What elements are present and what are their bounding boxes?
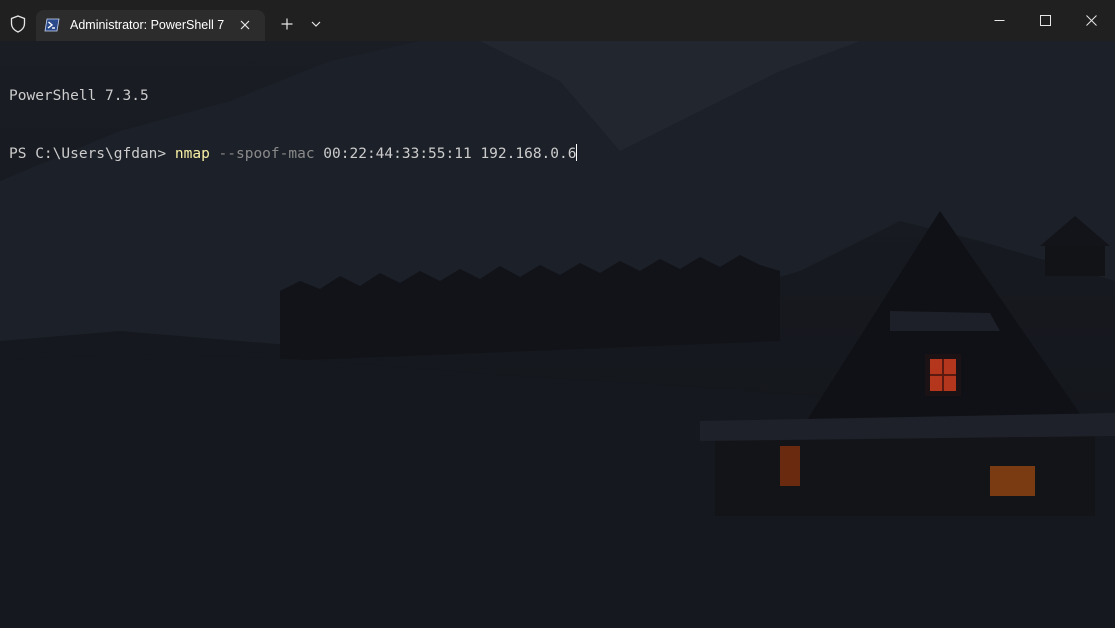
command-name: nmap: [174, 146, 210, 162]
chevron-down-icon: [311, 21, 321, 27]
close-window-button[interactable]: [1068, 0, 1114, 41]
command-line[interactable]: PS C:\Users\gfdan> nmap --spoof-mac 00:2…: [9, 144, 578, 163]
admin-shield-button[interactable]: [4, 10, 32, 38]
tab-dropdown-button[interactable]: [304, 10, 328, 38]
text-cursor: [576, 144, 578, 161]
shield-icon: [10, 15, 26, 33]
terminal-window: Administrator: PowerShell 7 PowerShell 7…: [0, 0, 1115, 628]
plus-icon: [281, 18, 293, 30]
mac-address-argument: 00:22:44:33:55:11: [323, 146, 472, 162]
maximize-button[interactable]: [1022, 0, 1068, 41]
title-bar[interactable]: Administrator: PowerShell 7: [0, 0, 1115, 41]
tab-powershell[interactable]: Administrator: PowerShell 7: [36, 10, 265, 41]
close-icon: [240, 20, 250, 30]
command-parameter: --spoof-mac: [218, 146, 315, 162]
banner-line: PowerShell 7.3.5: [9, 87, 577, 106]
prompt: PS C:\Users\gfdan>: [9, 146, 175, 162]
close-tab-button[interactable]: [234, 14, 256, 36]
terminal-output: PowerShell 7.3.5 PS C:\Users\gfdan> nmap…: [9, 49, 578, 201]
minimize-button[interactable]: [976, 0, 1022, 41]
close-icon: [1085, 15, 1097, 26]
powershell-icon: [44, 18, 60, 32]
new-tab-button[interactable]: [274, 10, 300, 38]
ip-address-argument: 192.168.0.6: [480, 146, 577, 162]
minimize-icon: [994, 20, 1004, 21]
maximize-icon: [1039, 15, 1051, 26]
powershell-version: PowerShell 7.3.5: [9, 88, 149, 104]
tab-title: Administrator: PowerShell 7: [70, 18, 225, 32]
terminal-pane[interactable]: PowerShell 7.3.5 PS C:\Users\gfdan> nmap…: [0, 41, 1115, 628]
